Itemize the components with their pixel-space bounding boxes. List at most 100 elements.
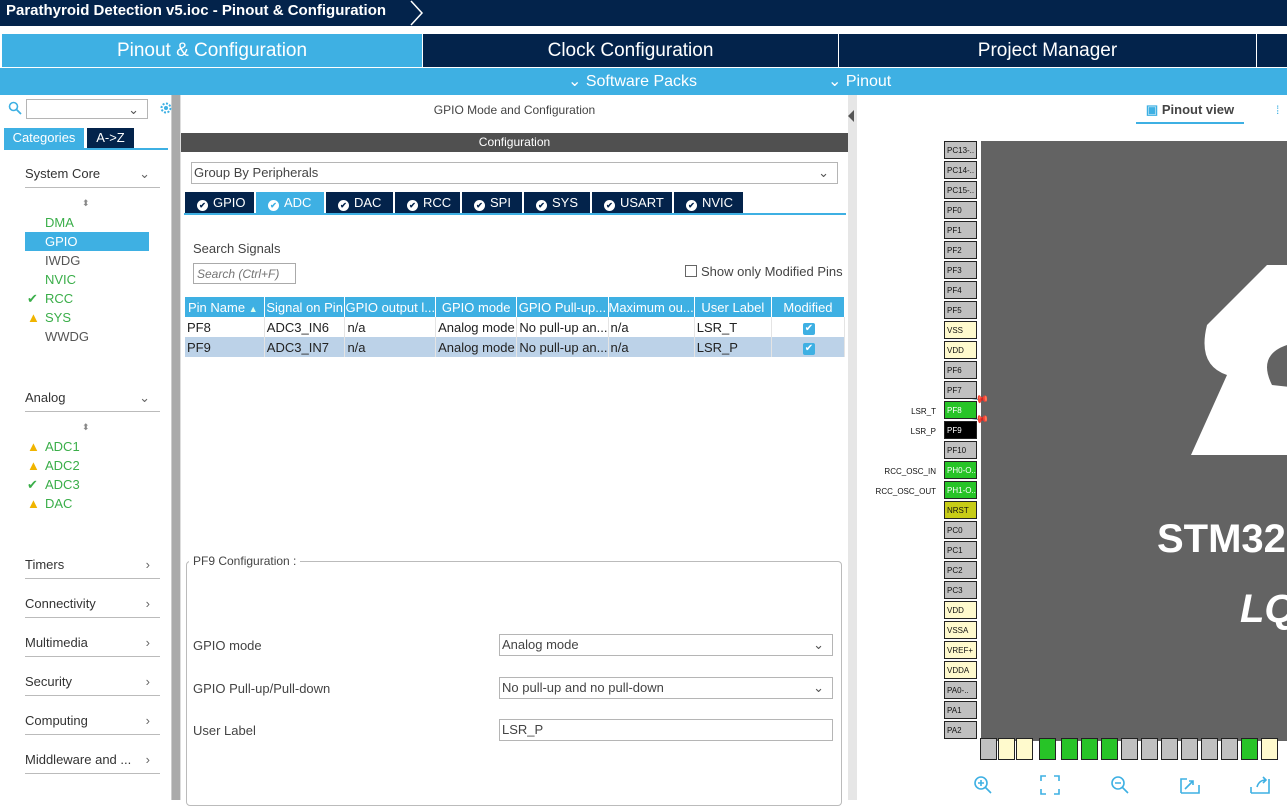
pin-pf7[interactable]: PF7	[944, 381, 977, 399]
sidebar-item-adc2[interactable]: ▲ ADC2	[25, 456, 149, 475]
category-middleware[interactable]: Middleware and ... ›	[25, 752, 160, 774]
sidebar-item-iwdg[interactable]: IWDG	[25, 251, 149, 270]
pin-pa1[interactable]: PA1	[944, 701, 977, 719]
col-max-speed[interactable]: Maximum ou...	[608, 297, 695, 317]
splitter-left[interactable]	[172, 95, 180, 800]
group-by-select[interactable]: Group By Peripherals ⌄	[191, 162, 838, 184]
bottom-pin[interactable]	[1201, 738, 1218, 760]
sidebar-item-dac[interactable]: ▲ DAC	[25, 494, 149, 513]
software-packs-menu[interactable]: ⌄ Software Packs	[568, 68, 697, 95]
pin-pf5[interactable]: PF5	[944, 301, 977, 319]
table-row[interactable]: PF8 ADC3_IN6 n/a Analog mode No pull-up …	[185, 317, 846, 337]
bottom-pin[interactable]	[1081, 738, 1098, 760]
tab-dac[interactable]: ✔ DAC	[326, 192, 393, 213]
sort-icon[interactable]: ⬍	[82, 198, 90, 209]
tab-clock-configuration[interactable]: Clock Configuration	[423, 34, 838, 67]
sidebar-item-sys[interactable]: ▲ SYS	[25, 308, 149, 327]
export-icon[interactable]	[1179, 775, 1201, 795]
bottom-pin[interactable]	[1101, 738, 1118, 760]
pin-nrst[interactable]: NRST	[944, 501, 977, 519]
sidebar-item-rcc[interactable]: ✔ RCC	[25, 289, 149, 308]
col-pin-name[interactable]: Pin Name ▲	[185, 297, 265, 317]
fit-screen-icon[interactable]	[1040, 775, 1060, 795]
col-gpio-mode[interactable]: GPIO mode	[435, 297, 518, 317]
pin-pf10[interactable]: PF10	[944, 441, 977, 459]
pin-pf1[interactable]: PF1	[944, 221, 977, 239]
bottom-pin[interactable]	[1121, 738, 1138, 760]
category-multimedia[interactable]: Multimedia ›	[25, 635, 160, 657]
sidebar-item-nvic[interactable]: NVIC	[25, 270, 149, 289]
cell-modified[interactable]: ✔	[771, 317, 846, 337]
bottom-pin[interactable]	[1161, 738, 1178, 760]
pin-pf4[interactable]: PF4	[944, 281, 977, 299]
user-label-input[interactable]: LSR_P	[499, 719, 833, 741]
zoom-out-icon[interactable]	[1110, 775, 1130, 795]
pin-ph0-o[interactable]: PH0-O..	[944, 461, 977, 479]
pin-pf2[interactable]: PF2	[944, 241, 977, 259]
sidebar-item-adc1[interactable]: ▲ ADC1	[25, 437, 149, 456]
sidebar-item-dma[interactable]: DMA	[25, 213, 149, 232]
pin-vssa[interactable]: VSSA	[944, 621, 977, 639]
bottom-pin[interactable]	[1221, 738, 1238, 760]
category-timers[interactable]: Timers ›	[25, 557, 160, 579]
bottom-pin[interactable]	[1141, 738, 1158, 760]
category-analog[interactable]: Analog ⌄	[25, 390, 160, 412]
rotate-icon[interactable]	[1249, 775, 1271, 795]
pin-pc14[interactable]: PC14-..	[944, 161, 977, 179]
pin-vdd[interactable]: VDD	[944, 341, 977, 359]
pin-pf0[interactable]: PF0	[944, 201, 977, 219]
pin-vdda[interactable]: VDDA	[944, 661, 977, 679]
sidebar-item-wwdg[interactable]: WWDG	[25, 327, 149, 346]
pin-pf6[interactable]: PF6	[944, 361, 977, 379]
pin-pc13[interactable]: PC13-..	[944, 141, 977, 159]
pull-select[interactable]: No pull-up and no pull-down ⌄	[499, 677, 833, 699]
bottom-pin[interactable]	[1061, 738, 1078, 760]
sidebar-item-gpio[interactable]: GPIO	[25, 232, 149, 251]
collapse-arrow-icon[interactable]	[848, 110, 854, 122]
bottom-pin[interactable]	[1016, 738, 1033, 760]
category-computing[interactable]: Computing ›	[25, 713, 160, 735]
category-system-core[interactable]: System Core ⌄	[25, 166, 160, 188]
pin-pf3[interactable]: PF3	[944, 261, 977, 279]
sidebar-item-adc3[interactable]: ✔ ADC3	[25, 475, 149, 494]
gear-icon[interactable]	[159, 101, 173, 115]
tab-adc[interactable]: ✔ ADC	[256, 192, 324, 213]
pin-pc3[interactable]: PC3	[944, 581, 977, 599]
cell-modified[interactable]: ✔	[771, 337, 846, 357]
bottom-pin[interactable]	[1181, 738, 1198, 760]
pinout-menu[interactable]: ⌄ Pinout	[828, 68, 891, 95]
tab-sys[interactable]: ✔ SYS	[524, 192, 590, 213]
tab-a-z[interactable]: A->Z	[87, 128, 134, 148]
col-pull[interactable]: GPIO Pull-up...	[516, 297, 609, 317]
search-input[interactable]: ⌄	[26, 99, 148, 119]
tab-spi[interactable]: ✔ SPI	[462, 192, 522, 213]
col-output-level[interactable]: GPIO output l...	[344, 297, 437, 317]
tab-project-manager[interactable]: Project Manager	[839, 34, 1256, 67]
col-user-label[interactable]: User Label	[694, 297, 772, 317]
pinout-view-tab[interactable]: ▣ Pinout view	[1136, 100, 1244, 124]
checkbox-checked-icon[interactable]: ✔	[802, 343, 815, 355]
tab-nvic[interactable]: ✔ NVIC	[674, 192, 743, 213]
col-modified[interactable]: Modified	[771, 297, 846, 317]
pin-vdd[interactable]: VDD	[944, 601, 977, 619]
col-signal[interactable]: Signal on Pin	[264, 297, 346, 317]
pin-pf8[interactable]: PF8	[944, 401, 977, 419]
pin-pa0[interactable]: PA0-..	[944, 681, 977, 699]
bottom-pin[interactable]	[998, 738, 1015, 760]
pin-vss[interactable]: VSS	[944, 321, 977, 339]
pin-pc0[interactable]: PC0	[944, 521, 977, 539]
pin-pa2[interactable]: PA2	[944, 721, 977, 739]
category-security[interactable]: Security ›	[25, 674, 160, 696]
pin-ph1-o[interactable]: PH1-O..	[944, 481, 977, 499]
system-view-icon[interactable]: ⁞	[1276, 103, 1287, 117]
tab-pinout-configuration[interactable]: Pinout & Configuration	[2, 34, 422, 67]
pin-pc1[interactable]: PC1	[944, 541, 977, 559]
category-connectivity[interactable]: Connectivity ›	[25, 596, 160, 618]
zoom-in-icon[interactable]	[973, 775, 993, 795]
bottom-pin[interactable]	[1039, 738, 1056, 760]
tab-gpio[interactable]: ✔ GPIO	[185, 192, 254, 213]
bottom-pin[interactable]	[1261, 738, 1278, 760]
search-signals-input[interactable]	[193, 263, 296, 284]
tab-rcc[interactable]: ✔ RCC	[395, 192, 460, 213]
splitter-right[interactable]	[848, 95, 857, 800]
